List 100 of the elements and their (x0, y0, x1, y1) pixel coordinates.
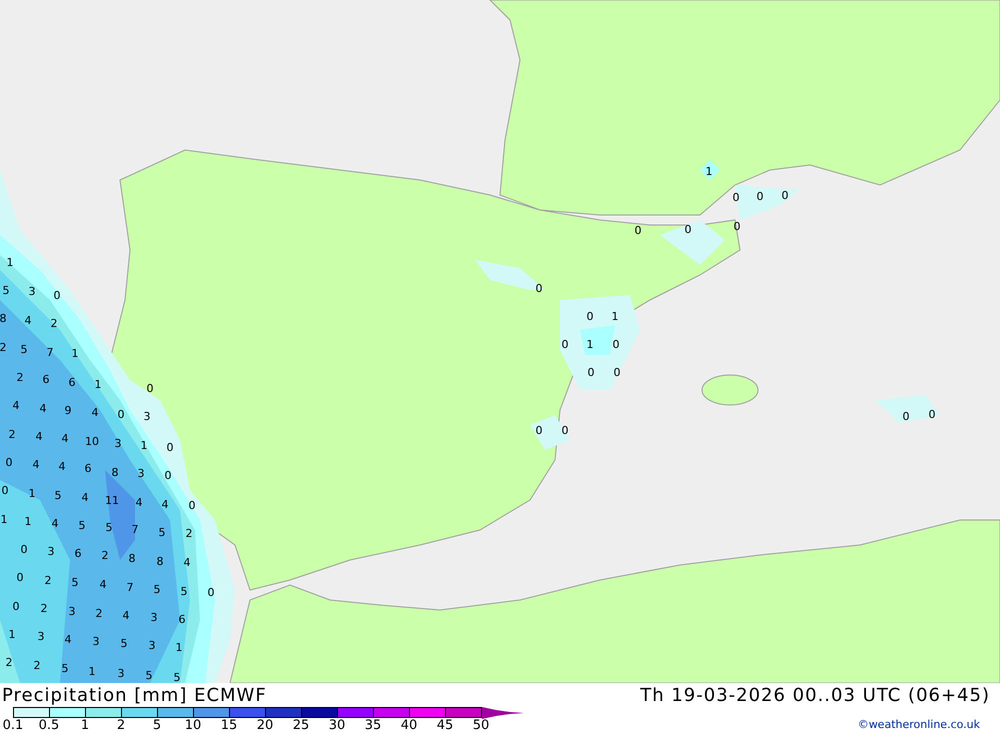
precipitation-value: 4 (12, 399, 20, 412)
precipitation-value: 3 (28, 285, 36, 298)
precipitation-value: 1 (140, 439, 148, 452)
precipitation-value: 0 (612, 338, 620, 351)
precipitation-value: 5 (180, 585, 188, 598)
precipitation-value: 6 (84, 462, 92, 475)
precipitation-value: 1 (706, 165, 712, 178)
precipitation-value: 7 (126, 581, 134, 594)
legend-tick-label: 45 (436, 718, 454, 733)
precipitation-value: 11 (105, 494, 119, 507)
precipitation-value: 0 (20, 543, 28, 556)
precipitation-value: 2 (40, 602, 48, 615)
precipitation-value: 1 (94, 378, 102, 391)
precipitation-value: 0 (634, 224, 642, 237)
precipitation-value: 4 (58, 460, 66, 473)
precipitation-value: 4 (52, 517, 58, 530)
precipitation-value: 6 (74, 547, 82, 560)
precipitation-value: 3 (38, 630, 44, 643)
precipitation-value: 5 (106, 521, 112, 534)
precipitation-value: 1 (72, 347, 78, 360)
precipitation-value: 0 (562, 424, 568, 437)
precipitation-value: 4 (36, 430, 42, 443)
precipitation-value: 5 (2, 284, 10, 297)
copyright-link[interactable]: ©weatheronline.co.uk (858, 718, 980, 731)
precipitation-value: 1 (176, 641, 182, 654)
precipitation-value: 10 (85, 435, 99, 448)
precipitation-value: 2 (44, 574, 52, 587)
precipitation-value: 4 (24, 314, 32, 327)
precipitation-value: 2 (186, 527, 192, 540)
legend-tick-label: 15 (220, 718, 238, 733)
valid-time: Th 19-03-2026 00..03 UTC (06+45) (640, 685, 990, 707)
precipitation-value: 4 (136, 496, 142, 509)
precipitation-value: 0 (734, 220, 740, 233)
precipitation-value: 0 (588, 366, 594, 379)
precipitation-value: 1 (88, 665, 96, 678)
precipitation-value: 0 (208, 586, 214, 599)
legend-tick-label: 10 (184, 718, 202, 733)
precipitation-value: 2 (0, 341, 6, 354)
precipitation-value: 5 (154, 583, 160, 596)
precipitation-value: 7 (46, 346, 54, 359)
precipitation-value: 2 (8, 428, 16, 441)
precipitation-value: 1 (28, 487, 36, 500)
precipitation-value: 4 (122, 609, 130, 622)
precipitation-value: 9 (64, 404, 72, 417)
legend-tick-label: 0.1 (2, 718, 24, 733)
precipitation-value: 3 (114, 437, 122, 450)
precipitation-value: 2 (96, 607, 102, 620)
precipitation-value: 0 (928, 408, 936, 421)
legend-tick-label: 2 (116, 718, 126, 733)
precipitation-value: 5 (158, 526, 166, 539)
precipitation-value: 0 (782, 189, 788, 202)
precipitation-value: 5 (72, 576, 78, 589)
precipitation-value: 4 (162, 498, 168, 511)
precipitation-value: 3 (92, 635, 100, 648)
precipitation-value: 0 (6, 456, 12, 469)
precipitation-value: 0 (188, 499, 196, 512)
legend-tick-label: 5 (152, 718, 162, 733)
precipitation-value: 4 (32, 458, 40, 471)
precipitation-value: 0 (614, 366, 620, 379)
precipitation-value: 0 (732, 191, 740, 204)
legend-tick-label: 30 (328, 718, 346, 733)
precipitation-value: 4 (62, 432, 68, 445)
precipitation-value: 6 (178, 613, 186, 626)
precipitation-value: 1 (0, 513, 8, 526)
precipitation-value: 0 (536, 282, 542, 295)
precipitation-value: 0 (118, 408, 124, 421)
precipitation-value: 4 (82, 491, 88, 504)
precipitation-value: 2 (6, 656, 12, 669)
precipitation-value: 7 (132, 523, 138, 536)
precipitation-value: 0 (146, 382, 154, 395)
precipitation-value: 8 (156, 555, 164, 568)
precipitation-value: 0 (756, 190, 764, 203)
precipitation-value: 4 (184, 556, 190, 569)
precipitation-value: 5 (20, 343, 28, 356)
precipitation-value: 3 (148, 639, 156, 652)
precipitation-value: 2 (34, 659, 40, 672)
precipitation-value: 0 (166, 441, 174, 454)
precipitation-value: 1 (586, 338, 594, 351)
precipitation-value: 3 (118, 667, 124, 680)
precipitation-value: 3 (48, 545, 54, 558)
precipitation-value: 5 (54, 489, 62, 502)
precipitation-value: 5 (174, 671, 180, 683)
precipitation-value: 1 (612, 310, 618, 323)
legend-tick-label: 0.5 (38, 718, 60, 733)
precipitation-value: 2 (50, 317, 58, 330)
precipitation-value: 1 (24, 515, 32, 528)
precipitation-value: 0 (16, 571, 24, 584)
precipitation-value: 8 (128, 552, 136, 565)
precipitation-value: 5 (78, 519, 86, 532)
legend-tick-label: 35 (364, 718, 382, 733)
precipitation-value: 1 (6, 256, 14, 269)
precipitation-value: 1 (8, 628, 16, 641)
precipitation-value: 6 (68, 376, 76, 389)
precipitation-value: 2 (102, 549, 108, 562)
legend-tick-label: 40 (400, 718, 418, 733)
precipitation-value: 0 (684, 223, 692, 236)
precipitation-value: 0 (586, 310, 594, 323)
precipitation-value: 0 (54, 289, 60, 302)
precipitation-value: 8 (112, 466, 118, 479)
precipitation-value: 4 (100, 578, 106, 591)
